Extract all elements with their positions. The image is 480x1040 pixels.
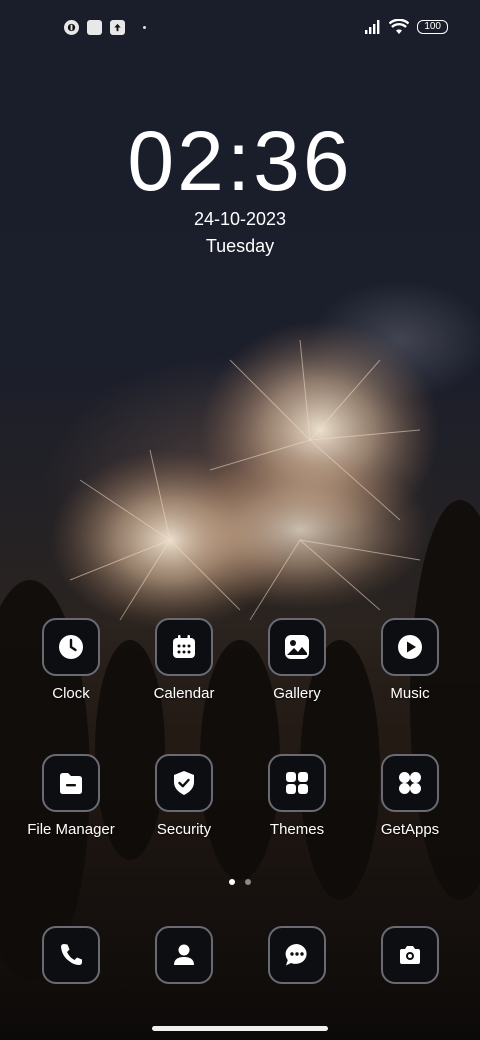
square-notification-icon: [87, 20, 102, 35]
getapps-icon[interactable]: [381, 754, 439, 812]
notification-app-icon: [64, 20, 79, 35]
themes-icon[interactable]: [268, 754, 326, 812]
app-security[interactable]: Security: [124, 754, 244, 838]
app-label-music: Music: [390, 685, 430, 702]
dock-messages[interactable]: [237, 926, 357, 984]
app-calendar[interactable]: Calendar: [124, 618, 244, 702]
clock-time[interactable]: 02:36: [0, 118, 480, 204]
app-label-security: Security: [156, 821, 212, 838]
app-file-manager[interactable]: File Manager: [11, 754, 131, 838]
clock-icon[interactable]: [42, 618, 100, 676]
camera-icon[interactable]: [381, 926, 439, 984]
calendar-icon[interactable]: [155, 618, 213, 676]
dock-phone[interactable]: [11, 926, 131, 984]
gallery-icon[interactable]: [268, 618, 326, 676]
battery-level: 100: [424, 21, 441, 32]
app-gallery[interactable]: Gallery: [237, 618, 357, 702]
wifi-icon: [389, 19, 410, 34]
upload-icon: [110, 20, 125, 35]
clock-date[interactable]: 24-10-2023: [0, 209, 480, 230]
folder-icon[interactable]: [42, 754, 100, 812]
app-label-gallery: Gallery: [273, 685, 321, 702]
app-label-getapps: GetApps: [380, 821, 440, 838]
app-themes[interactable]: Themes: [237, 754, 357, 838]
messages-icon[interactable]: [268, 926, 326, 984]
shield-icon[interactable]: [155, 754, 213, 812]
app-clock[interactable]: Clock: [11, 618, 131, 702]
page-dot-1[interactable]: [229, 879, 235, 885]
app-music[interactable]: Music: [350, 618, 470, 702]
app-label-clock: Clock: [52, 685, 90, 702]
app-label-calendar: Calendar: [153, 685, 215, 702]
music-icon[interactable]: [381, 618, 439, 676]
phone-icon[interactable]: [42, 926, 100, 984]
dock-contacts[interactable]: [124, 926, 244, 984]
status-bar: 100: [0, 0, 480, 56]
more-notifications-dot: [143, 26, 146, 29]
clock-weekday: Tuesday: [205, 236, 275, 256]
signal-icon: [365, 20, 380, 34]
dock-camera[interactable]: [350, 926, 470, 984]
app-getapps[interactable]: GetApps: [350, 754, 470, 838]
page-indicator: [0, 879, 480, 885]
app-label-file-manager: File Manager: [27, 821, 115, 838]
contacts-icon[interactable]: [155, 926, 213, 984]
battery-icon: 100: [417, 20, 448, 34]
home-gesture-bar[interactable]: [152, 1026, 328, 1031]
app-label-themes: Themes: [269, 821, 325, 838]
page-dot-2[interactable]: [245, 879, 251, 885]
